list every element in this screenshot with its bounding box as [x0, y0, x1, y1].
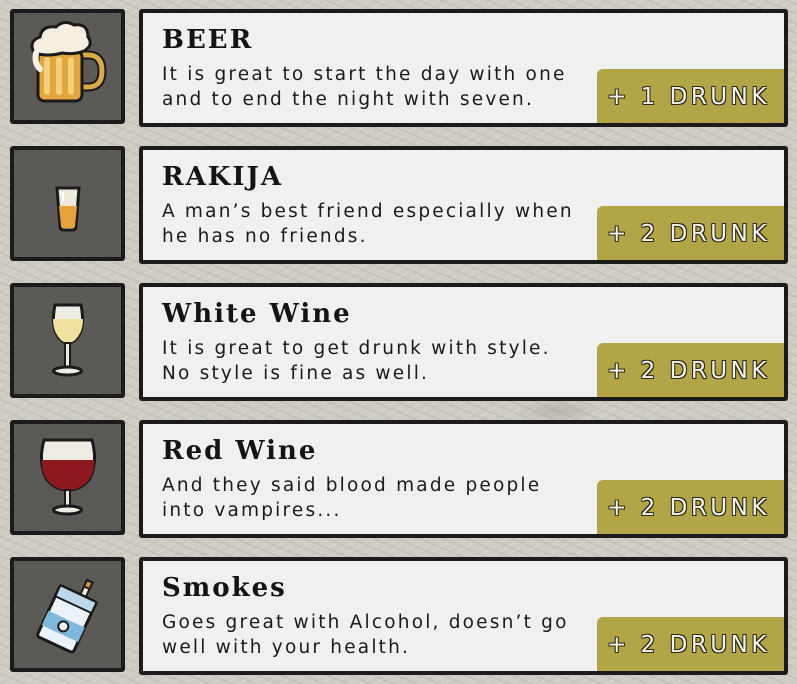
item-title: Smokes — [162, 573, 287, 603]
item-icon-box — [10, 9, 125, 124]
item-icon-box — [10, 420, 125, 535]
item-icon-box — [10, 283, 125, 398]
white-wine-glass-icon — [51, 303, 85, 377]
red-wine-glass-icon — [39, 438, 97, 516]
item-card: RAKIJA A man’s best friend especially wh… — [139, 146, 788, 264]
drunk-badge[interactable]: + 2 DRUNK — [597, 617, 784, 671]
drunk-badge[interactable]: + 1 DRUNK — [597, 69, 784, 123]
item-card: White Wine It is great to get drunk with… — [139, 283, 788, 401]
item-description: And they said blood made people into vam… — [162, 475, 542, 521]
item-title: White Wine — [162, 299, 352, 329]
item-description: It is great to get drunk with style. No … — [162, 338, 551, 384]
item-title: Red Wine — [162, 436, 318, 466]
item-title: BEER — [162, 25, 254, 55]
drunk-badge[interactable]: + 2 DRUNK — [597, 206, 784, 260]
shop-item-beer[interactable]: BEER It is great to start the day with o… — [0, 0, 797, 127]
beer-mug-icon — [30, 20, 107, 103]
cigarette-pack-icon — [36, 578, 98, 654]
item-description: It is great to start the day with one an… — [162, 64, 567, 110]
shot-glass-icon — [55, 186, 81, 232]
drunk-badge[interactable]: + 2 DRUNK — [597, 480, 784, 534]
item-icon-box — [10, 146, 125, 261]
shop-item-smokes[interactable]: Smokes Goes great with Alcohol, doesn’t … — [0, 548, 797, 675]
item-description: Goes great with Alcohol, doesn’t go well… — [162, 612, 569, 658]
item-card: Smokes Goes great with Alcohol, doesn’t … — [139, 557, 788, 675]
drunk-badge[interactable]: + 2 DRUNK — [597, 343, 784, 397]
shop-item-red-wine[interactable]: Red Wine And they said blood made people… — [0, 411, 797, 538]
item-icon-box — [10, 557, 125, 672]
item-card: Red Wine And they said blood made people… — [139, 420, 788, 538]
item-card: BEER It is great to start the day with o… — [139, 9, 788, 127]
shop-item-white-wine[interactable]: White Wine It is great to get drunk with… — [0, 274, 797, 401]
item-title: RAKIJA — [162, 162, 284, 192]
item-description: A man’s best friend especially when he h… — [162, 201, 574, 247]
shop-item-rakija[interactable]: RAKIJA A man’s best friend especially wh… — [0, 137, 797, 264]
